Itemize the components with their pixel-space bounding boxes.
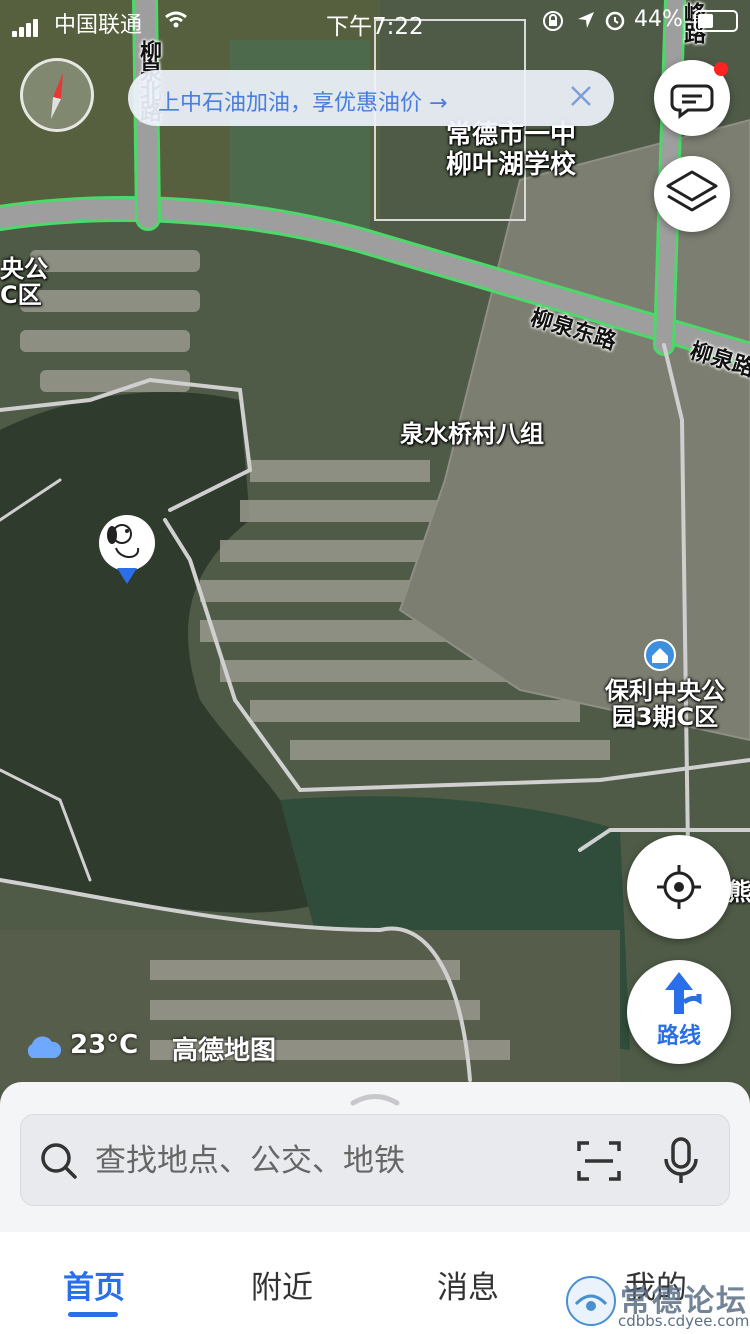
alarm-icon [605, 11, 625, 31]
signal-icon [12, 12, 40, 37]
wifi-icon [165, 11, 187, 28]
locate-me-button[interactable] [627, 835, 731, 939]
compass-button[interactable] [20, 58, 94, 132]
poi-label-line1: 保利中央公 [605, 677, 725, 705]
orientation-lock-icon [543, 11, 563, 31]
map-layers-button[interactable] [654, 156, 730, 232]
close-icon[interactable] [566, 81, 596, 111]
school-label[interactable]: 常德市一中 柳叶湖学校 [446, 120, 576, 180]
tab-messages[interactable]: 消息 [408, 1262, 528, 1307]
layers-icon [666, 170, 718, 212]
village-label[interactable]: 泉水桥村八组 [400, 414, 544, 449]
edge-poi-line1: 央公 [0, 255, 48, 283]
location-arrow-icon [578, 12, 594, 28]
status-bar: 中国联通 下午7:22 44% [0, 0, 750, 40]
battery-icon [694, 10, 738, 32]
watermark-url: cdbbs.cdyee.com [618, 1312, 750, 1330]
notification-dot [714, 62, 728, 76]
search-icon [41, 1143, 77, 1179]
school-label-line2: 柳叶湖学校 [446, 150, 577, 180]
carrier-label: 中国联通 [54, 13, 143, 38]
edge-poi-line2: C区 [0, 281, 42, 309]
forum-watermark: 常德论坛 cdbbs.cdyee.com [560, 1262, 750, 1334]
poi-label[interactable]: 保利中央公 园3期C区 [605, 678, 725, 730]
route-label: 路线 [656, 1024, 701, 1049]
crosshair-icon [657, 865, 701, 909]
promo-text[interactable]: 上中石油加油，享优惠油价 → [158, 85, 447, 117]
compass-icon [51, 73, 63, 119]
home-poi-icon[interactable] [644, 639, 676, 671]
scan-icon[interactable] [577, 1139, 621, 1183]
forum-logo-icon [566, 1276, 616, 1326]
temperature-label: 23°C [70, 1030, 139, 1060]
search-bar[interactable] [20, 1114, 730, 1206]
microphone-icon[interactable] [661, 1137, 701, 1185]
tab-active-indicator [68, 1312, 118, 1317]
right-edge-label[interactable]: 熊 [728, 872, 750, 907]
clock: 下午7:22 [326, 14, 424, 40]
drag-handle-icon[interactable] [349, 1088, 401, 1108]
cloud-icon [27, 1036, 62, 1058]
poi-label-line2: 园3期C区 [611, 703, 719, 731]
tab-home[interactable]: 首页 [34, 1262, 154, 1307]
tab-nearby[interactable]: 附近 [222, 1262, 342, 1307]
route-button[interactable]: 路线 [627, 960, 731, 1064]
brand-label: 高德地图 [172, 1036, 277, 1066]
battery-percent: 44% [634, 7, 683, 32]
messages-button[interactable] [654, 60, 730, 136]
promo-banner[interactable]: 上中石油加油，享优惠油价 → [128, 70, 614, 126]
edge-poi-label[interactable]: 央公 C区 [0, 256, 48, 308]
search-input[interactable] [93, 1135, 557, 1187]
